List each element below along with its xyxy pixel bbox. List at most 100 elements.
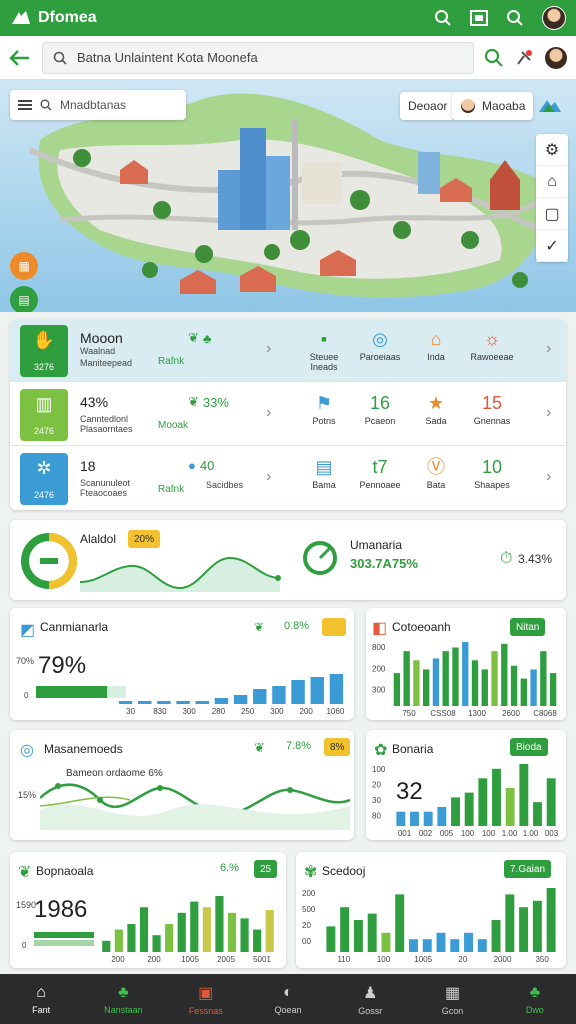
card-bopnaoala[interactable]: ❦ Bopnaoala 6.% 25 1590 1986 200 200 1005 2… (10, 852, 286, 968)
map-chip-user[interactable]: Maoaba (452, 92, 534, 120)
category-link[interactable]: Mooak (158, 420, 188, 431)
category-item[interactable]: 15 Gnennas (464, 390, 520, 426)
category-subtitle: Maniteepead (80, 358, 133, 368)
tick-label: 100 (377, 955, 391, 964)
y-tick-label: 30 (372, 796, 381, 805)
app-logo[interactable]: Dfomea (10, 9, 97, 27)
tick-label: C8068 (533, 709, 557, 718)
trend-sparkline (80, 556, 281, 592)
category-row[interactable]: ✋ 3276 Mooon Waalnad Maniteepead Rafnk ❦… (10, 320, 566, 382)
card-cotoeoanh[interactable]: ◧ Cotoeoanh Nitan 750 CSS08 1300 2600 C8068 8… (366, 608, 566, 720)
leaf-icon: ❦ (254, 740, 265, 755)
category-row[interactable]: ▥ 2476 43% Canntedlonl Plasaorntaes Mooa… (10, 384, 566, 446)
gauge-ring (21, 533, 78, 589)
card-pill[interactable]: Bioda (510, 738, 548, 756)
chart-bar (177, 912, 186, 952)
pin-icon[interactable] (514, 48, 534, 68)
category-item[interactable]: ▤ Bama (296, 454, 352, 490)
settings-icon: ⚙ (544, 141, 560, 159)
chart-bar (102, 940, 111, 952)
chevron-right-icon[interactable]: › (546, 404, 551, 422)
tick-label: 30 (126, 707, 135, 716)
map-tool-locate[interactable]: ⚙ (536, 134, 568, 166)
category-link[interactable]: Rafnk (158, 356, 184, 367)
chevron-right-icon[interactable]: › (546, 340, 551, 358)
nav-item-home[interactable]: ⌂ Fant (0, 974, 82, 1024)
map-fab-green[interactable]: ▤ (10, 286, 38, 312)
card-pill[interactable]: 7.Gaian (504, 860, 552, 878)
tick-label: 750 (402, 709, 416, 718)
chart-bar (530, 669, 537, 706)
card-pill[interactable]: Nitan (510, 618, 546, 636)
chart-bar (546, 888, 556, 952)
chart-bar (481, 669, 488, 706)
nav-item-dwo[interactable]: ♣ Dwo (494, 974, 576, 1024)
category-item[interactable]: t7 Pennoaee (352, 454, 408, 490)
search-icon[interactable] (484, 48, 504, 68)
tick-label: 830 (153, 707, 167, 716)
category-row[interactable]: ✲ 2476 18 Scanunuleot Fteaocoaes Rafnk ●… (10, 448, 566, 510)
nav-item-qoean[interactable]: ◐ Qoean (247, 974, 329, 1024)
map-tool-layers[interactable]: ▢ (536, 198, 568, 230)
map-fab-orange[interactable]: ▦ (10, 252, 38, 280)
category-item[interactable]: Ⓥ Bata (408, 454, 464, 490)
nav-item-gcon[interactable]: ▦ Gcon (411, 974, 493, 1024)
search-icon[interactable] (434, 9, 452, 27)
building-icon: ▥ (35, 394, 53, 415)
back-arrow-icon[interactable] (8, 48, 32, 68)
tick-label: 001 (398, 829, 412, 838)
gear-icon: ✲ (36, 458, 52, 479)
user-avatar[interactable] (542, 6, 566, 30)
trend-card[interactable]: Alaldol 20% Umanaria 303.7A75% ⏱ 3.43% (10, 520, 566, 600)
item-glyph: ⌂ (430, 329, 442, 349)
tree-icon: ♣ (118, 983, 129, 1001)
stat-value: 33% (202, 394, 229, 410)
chevron-right-icon[interactable]: › (266, 468, 271, 486)
chart-bar (519, 764, 529, 826)
search-icon[interactable] (506, 9, 524, 27)
chart-bar (478, 778, 488, 826)
nav-item-nanstaan[interactable]: ♣ Nanstaan (82, 974, 164, 1024)
menu-icon[interactable] (18, 99, 32, 111)
chart-bar (118, 701, 133, 704)
card-canmianarla[interactable]: ◩ Canmianarla ❦ 0.8% 70% 79% 0 30 830 300 28… (10, 608, 354, 720)
chevron-right-icon[interactable]: › (266, 340, 271, 358)
category-item[interactable]: ★ Sada (408, 390, 464, 426)
y-tick-label: 80 (372, 812, 381, 821)
grid-icon[interactable] (470, 10, 488, 26)
nav-item-gossr[interactable]: ♟ Gossr (329, 974, 411, 1024)
category-item[interactable]: ☼ Rawoeeae (464, 326, 520, 362)
category-link[interactable]: Rafnk (158, 484, 184, 495)
card-bonaria[interactable]: ✿ Bonaria Bioda 32 001 002 005 100 100 1.00 1.… (366, 730, 566, 840)
map-chip-filter[interactable]: Deoaor (400, 92, 456, 120)
map-tool-home[interactable]: ⌂ (536, 166, 568, 198)
axis-label: 70% (16, 656, 35, 666)
category-badge: ▥ 2476 (20, 389, 68, 441)
category-item[interactable]: ▪ Steuee Ineads (296, 326, 352, 372)
chevron-right-icon[interactable]: › (546, 468, 551, 486)
chart-bar (462, 642, 469, 706)
category-row-items: ▤ Bama t7 Pennoaee Ⓥ Bata 10 Shaapes › (290, 448, 566, 510)
category-stat: ● 40 (188, 458, 214, 473)
category-item[interactable]: ⚑ Potns (296, 390, 352, 426)
city-map[interactable]: Mnadbtanas Deoaor Maoaba ⚙ ⌂ ▢ ✓ ▦ ▤ (0, 80, 576, 312)
nav-item-fessnas[interactable]: ▣ Fessnas (165, 974, 247, 1024)
user-avatar[interactable] (544, 45, 568, 70)
category-item[interactable]: 10 Shaapes (464, 454, 520, 490)
stat-value: 40 (199, 458, 215, 473)
chevron-right-icon[interactable]: › (266, 404, 271, 422)
category-item[interactable]: 16 Pcaeon (352, 390, 408, 426)
map-search-input[interactable]: Mnadbtanas (10, 90, 186, 120)
search-input[interactable]: Batna Unlaintent Kota Moonefa (42, 41, 474, 74)
list-icon: ▤ (18, 293, 30, 307)
category-item[interactable]: ⌂ Inda (408, 326, 464, 362)
y-tick-label: 200 (302, 889, 316, 898)
tick-label: 350 (535, 955, 549, 964)
leaf-icon: ❦ (188, 330, 199, 345)
chart-bar (165, 924, 174, 952)
category-item[interactable]: ◎ Paroeiaas (352, 326, 408, 362)
card-scedooj[interactable]: ✾ Scedooj 7.Gaian 110 100 1005 20 2000 350 200… (296, 852, 566, 968)
layers-icon[interactable] (534, 92, 564, 120)
card-masanemoeds[interactable]: ◎ Masanemoeds ❦ 7.8% 8% Bameon ordaome 6… (10, 730, 354, 840)
map-tool-verify[interactable]: ✓ (536, 230, 568, 262)
